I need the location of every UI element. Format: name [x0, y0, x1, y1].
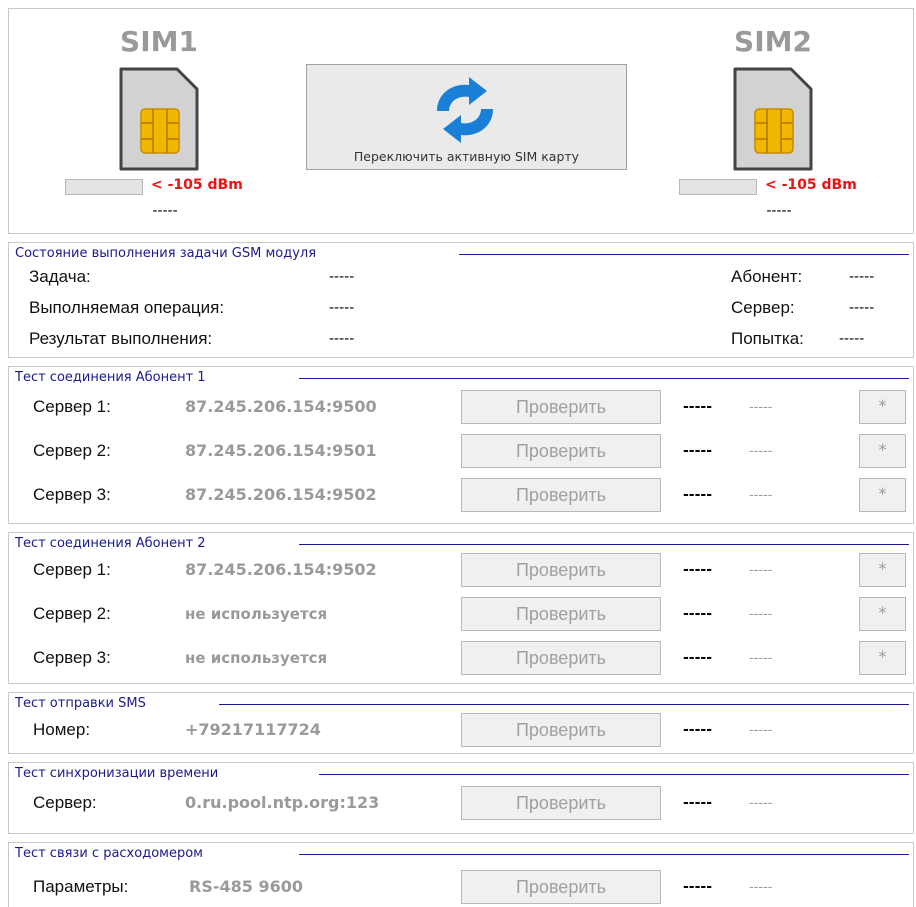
meter-result: -----	[683, 879, 713, 895]
conn2-server3-address: не используется	[185, 649, 328, 667]
conn1-server2-label: Сервер 2:	[33, 441, 111, 460]
operation-value: -----	[329, 300, 355, 316]
conn1-server1-result: -----	[683, 399, 713, 415]
sms-detail: -----	[749, 723, 773, 738]
conn2-server2-address: не используется	[185, 605, 328, 623]
conn1-server1-detail: -----	[749, 400, 773, 415]
conn1-server2-detail: -----	[749, 444, 773, 459]
time-sync-test-group: Тест синхронизации времени Сервер: 0.ru.…	[8, 762, 914, 834]
conn1-server3-result: -----	[683, 487, 713, 503]
conn1-server2-check-button[interactable]: Проверить	[461, 434, 661, 468]
sms-result: -----	[683, 722, 713, 738]
conn2-server2-settings-button[interactable]: *	[859, 597, 906, 631]
conn1-server1-address: 87.245.206.154:9500	[185, 397, 377, 416]
attempt-label: Попытка:	[731, 329, 804, 348]
conn2-server3-settings-button[interactable]: *	[859, 641, 906, 675]
server-value: -----	[849, 300, 875, 316]
sms-check-button[interactable]: Проверить	[461, 713, 661, 747]
sync-icon	[437, 77, 493, 143]
meter-params-value: RS-485 9600	[189, 877, 303, 896]
sim-panel: SIM1 < -105 dBm ----- Переключить активн…	[8, 8, 914, 234]
meter-check-button[interactable]: Проверить	[461, 870, 661, 904]
conn1-server1-label: Сервер 1:	[33, 397, 111, 416]
time-sync-server-value: 0.ru.pool.ntp.org:123	[185, 793, 380, 812]
conn2-server1-result: -----	[683, 562, 713, 578]
time-sync-check-button[interactable]: Проверить	[461, 786, 661, 820]
conn1-server2-result: -----	[683, 443, 713, 459]
legend-line	[299, 544, 909, 545]
meter-params-label: Параметры:	[33, 877, 129, 896]
switch-sim-button[interactable]: Переключить активную SIM карту	[306, 64, 627, 170]
sms-number-value: +79217117724	[185, 720, 321, 739]
conn2-server3-result: -----	[683, 650, 713, 666]
subscriber-label: Абонент:	[731, 267, 803, 286]
conn1-server3-label: Сервер 3:	[33, 485, 111, 504]
task-value: -----	[329, 269, 355, 285]
sms-number-label: Номер:	[33, 720, 91, 739]
result-value: -----	[329, 331, 355, 347]
sim2-signal-text: < -105 dBm	[765, 177, 857, 193]
attempt-value: -----	[839, 331, 865, 347]
conn1-server1-check-button[interactable]: Проверить	[461, 390, 661, 424]
time-sync-detail: -----	[749, 796, 773, 811]
operation-label: Выполняемая операция:	[29, 298, 225, 317]
conn2-server1-detail: -----	[749, 563, 773, 578]
conn1-server1-settings-button[interactable]: *	[859, 390, 906, 424]
task-label: Задача:	[29, 267, 91, 286]
conn2-server2-result: -----	[683, 606, 713, 622]
conn1-server3-detail: -----	[749, 488, 773, 503]
sim1-signal-text: < -105 dBm	[151, 177, 243, 193]
conn2-server2-check-button[interactable]: Проверить	[461, 597, 661, 631]
conn1-server3-settings-button[interactable]: *	[859, 478, 906, 512]
switch-sim-label: Переключить активную SIM карту	[353, 149, 580, 164]
conn2-server2-detail: -----	[749, 607, 773, 622]
sim2-title: SIM2	[734, 25, 812, 58]
sms-test-legend: Тест отправки SMS	[15, 696, 152, 711]
conn2-server3-detail: -----	[749, 651, 773, 666]
result-label: Результат выполнения:	[29, 329, 213, 348]
sim-card-icon	[733, 67, 813, 171]
sim1-title: SIM1	[120, 25, 198, 58]
sim-card-icon	[119, 67, 199, 171]
conn1-server2-settings-button[interactable]: *	[859, 434, 906, 468]
time-sync-result: -----	[683, 795, 713, 811]
meter-test-group: Тест связи с расходомером Параметры: RS-…	[8, 842, 914, 907]
sim2-block: SIM2 < -105 dBm -----	[673, 25, 873, 219]
subscriber-value: -----	[849, 269, 875, 285]
legend-line	[459, 254, 909, 255]
conn2-server3-label: Сервер 3:	[33, 648, 111, 667]
gsm-status-group: Состояние выполнения задачи GSM модуля З…	[8, 242, 914, 358]
conn-test-2-legend: Тест соединения Абонент 2	[15, 536, 212, 551]
conn2-server1-address: 87.245.206.154:9502	[185, 560, 377, 579]
conn-test-2-group: Тест соединения Абонент 2 Сервер 1: 87.2…	[8, 532, 914, 684]
legend-line	[299, 378, 909, 379]
conn2-server2-label: Сервер 2:	[33, 604, 111, 623]
conn-test-1-legend: Тест соединения Абонент 1	[15, 370, 212, 385]
time-sync-legend: Тест синхронизации времени	[15, 766, 225, 781]
sms-test-group: Тест отправки SMS Номер: +79217117724 Пр…	[8, 692, 914, 754]
sim2-signal-bar	[679, 179, 757, 195]
conn2-server1-label: Сервер 1:	[33, 560, 111, 579]
conn1-server3-address: 87.245.206.154:9502	[185, 485, 377, 504]
sim2-status: -----	[766, 203, 792, 219]
conn1-server3-check-button[interactable]: Проверить	[461, 478, 661, 512]
conn2-server1-check-button[interactable]: Проверить	[461, 553, 661, 587]
meter-test-legend: Тест связи с расходомером	[15, 846, 209, 861]
conn2-server3-check-button[interactable]: Проверить	[461, 641, 661, 675]
legend-line	[219, 704, 909, 705]
sim1-block: SIM1 < -105 dBm -----	[59, 25, 259, 219]
legend-line	[319, 774, 909, 775]
sim1-status: -----	[152, 203, 178, 219]
legend-line	[299, 854, 909, 855]
time-sync-server-label: Сервер:	[33, 793, 97, 812]
gsm-status-legend: Состояние выполнения задачи GSM модуля	[15, 246, 323, 261]
conn1-server2-address: 87.245.206.154:9501	[185, 441, 377, 460]
conn-test-1-group: Тест соединения Абонент 1 Сервер 1: 87.2…	[8, 366, 914, 524]
sim1-signal: < -105 dBm	[59, 177, 259, 199]
meter-detail: -----	[749, 880, 773, 895]
sim1-signal-bar	[65, 179, 143, 195]
sim2-signal: < -105 dBm	[673, 177, 873, 199]
conn2-server1-settings-button[interactable]: *	[859, 553, 906, 587]
server-label: Сервер:	[731, 298, 795, 317]
